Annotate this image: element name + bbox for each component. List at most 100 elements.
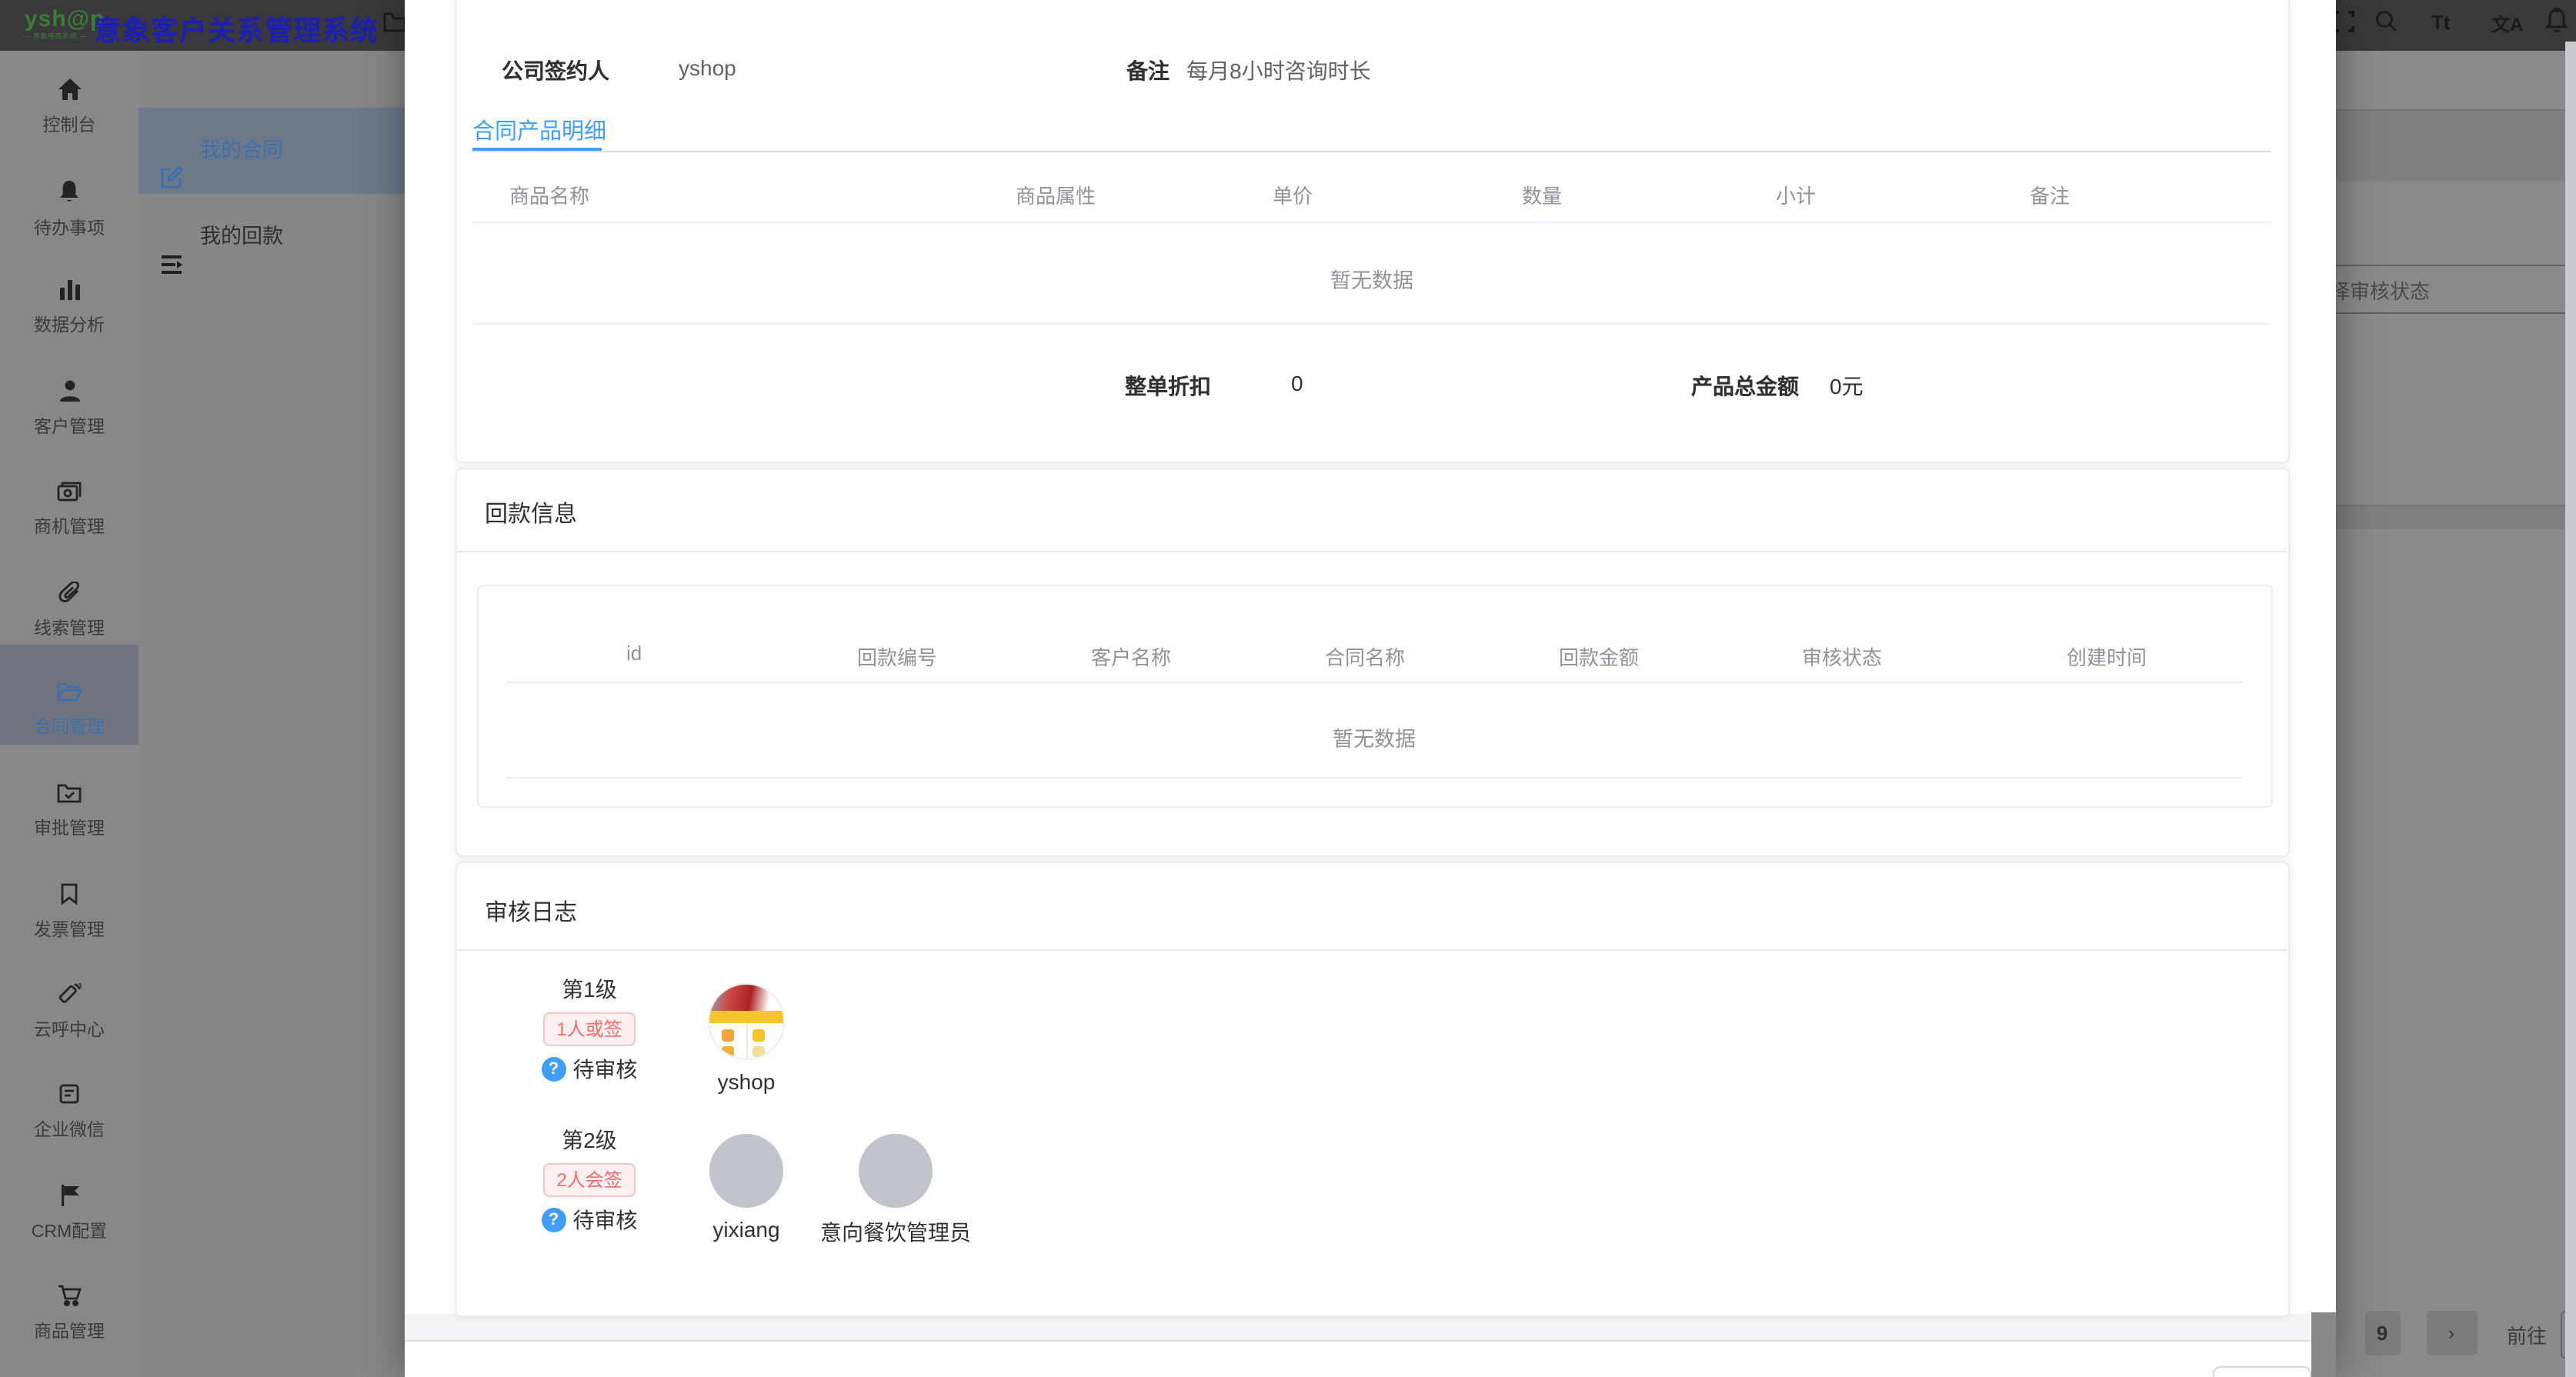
product-col-price: 单价 — [1273, 180, 1313, 209]
sidebar-item-crm-config[interactable]: CRM配置 — [0, 1185, 138, 1283]
audit-level-2-info: 第2级 2人会签 ? 待审核 — [512, 1125, 666, 1235]
submenu-item-my-contracts[interactable]: 我的合同 — [138, 108, 405, 194]
payment-header-border — [506, 682, 2242, 683]
sidebar-item-approvals[interactable]: 审批管理 — [0, 783, 138, 882]
payment-col-status: 审核状态 — [1802, 642, 1882, 671]
remark-label: 备注 — [1126, 55, 1170, 86]
product-empty-text: 暂无数据 — [457, 263, 2287, 294]
signer-label: 公司签约人 — [502, 55, 609, 86]
footer-input[interactable] — [2213, 1365, 2311, 1377]
fullscreen-icon[interactable] — [2333, 11, 2354, 40]
app-logo-subtext: — 意象电商系统 — — [23, 32, 87, 42]
payment-col-contract: 合同名称 — [1325, 642, 1405, 671]
pagination-next-icon[interactable]: › — [2426, 1310, 2477, 1355]
avatar[interactable] — [708, 983, 785, 1060]
font-size-icon[interactable]: Tt — [2431, 11, 2451, 34]
level-2-user-1-name: yixiang — [700, 1217, 792, 1242]
payment-col-amount: 回款金额 — [1559, 642, 1639, 671]
notification-bell-icon[interactable] — [2545, 8, 2568, 42]
submenu-panel: 我的合同 我的回款 — [138, 51, 405, 1377]
paperclip-icon — [58, 583, 81, 609]
search-icon[interactable] — [2374, 9, 2397, 40]
modal-footer — [405, 1341, 2311, 1377]
level-1-name: 第1级 — [512, 974, 666, 1005]
product-col-qty: 数量 — [1522, 180, 1562, 209]
language-icon[interactable]: 文A — [2491, 11, 2523, 37]
payment-col-created: 创建时间 — [2067, 642, 2147, 671]
document-icon — [58, 1085, 80, 1111]
tab-divider — [472, 150, 2271, 152]
payment-table-box: id 回款编号 客户名称 合同名称 回款金额 审核状态 创建时间 暂无数据 — [477, 585, 2272, 808]
discount-label: 整单折扣 — [1125, 371, 1211, 402]
bell-icon — [58, 183, 80, 209]
question-icon[interactable]: ? — [542, 1208, 566, 1232]
payment-col-number: 回款编号 — [857, 642, 937, 671]
screen: ysh@p — 意象电商系统 — 意象客户关系管理系统 Tt 文A 控制台 待办… — [0, 0, 2576, 1377]
level-1-status: 待审核 — [572, 1057, 637, 1082]
audit-status-placeholder: 择审核状态 — [2330, 275, 2430, 305]
product-col-remark: 备注 — [2030, 180, 2070, 209]
audit-level-2-user-1: yixiang — [700, 1134, 792, 1242]
sidebar-item-customers[interactable]: 客户管理 — [0, 380, 138, 478]
payment-bottom-border — [506, 777, 2242, 779]
person-icon — [58, 382, 81, 408]
sidebar-item-opportunities[interactable]: 商机管理 — [0, 482, 138, 580]
phone-icon — [58, 985, 81, 1011]
payment-info-card: 回款信息 id 回款编号 客户名称 合同名称 回款金额 审核状态 创建时间 暂无… — [455, 467, 2289, 857]
modal-scrollbar-end — [2311, 1312, 2335, 1377]
sidebar-item-wechat[interactable]: 企业微信 — [0, 1083, 138, 1182]
sidebar-nav: 控制台 待办事项 数据分析 客户管理 商机管理 线索管理 合同管理 审批管理 — [0, 51, 140, 1377]
product-header-border — [472, 222, 2271, 223]
pagination-goto-label: 前往 — [2507, 1320, 2547, 1349]
level-2-user-2-name: 意向餐饮管理员 — [811, 1217, 980, 1248]
sidebar-item-analytics[interactable]: 数据分析 — [0, 280, 138, 378]
audit-level-1-info: 第1级 1人或签 ? 待审核 — [512, 974, 666, 1085]
bookmark-icon — [60, 885, 78, 911]
amount-value: 0元 — [1830, 371, 1864, 402]
amount-label: 产品总金额 — [1691, 371, 1799, 402]
submenu-item-my-payments[interactable]: 我的回款 — [138, 194, 405, 280]
question-icon[interactable]: ? — [542, 1057, 566, 1082]
pagination-page-9[interactable]: 9 — [2364, 1310, 2400, 1355]
avatar[interactable] — [709, 1134, 783, 1208]
bar-chart-icon — [58, 280, 81, 306]
flag-icon — [59, 1186, 79, 1212]
tab-product-detail[interactable]: 合同产品明细 — [472, 114, 606, 146]
folder-open-icon — [57, 682, 82, 708]
audit-card-divider — [457, 949, 2287, 951]
list-icon — [160, 226, 183, 312]
app-title: 意象客户关系管理系统 — [94, 9, 379, 49]
remark-value: 每月8小时咨询时长 — [1186, 55, 1371, 86]
product-col-subtotal: 小计 — [1776, 180, 1816, 209]
audit-level-2-user-2: 意向餐饮管理员 — [811, 1134, 980, 1248]
level-2-status: 待审核 — [572, 1208, 637, 1232]
discount-value: 0 — [1291, 371, 1303, 395]
signer-value: yshop — [679, 55, 736, 80]
contract-info-card: 公司签约人 yshop 备注 每月8小时咨询时长 合同产品明细 商品名称 商品属… — [455, 0, 2289, 463]
sidebar-item-products[interactable]: 商品管理 — [0, 1285, 138, 1377]
audit-log-card: 审核日志 第1级 1人或签 ? 待审核 — [455, 862, 2289, 1316]
app-logo: ysh@p — [25, 6, 105, 32]
sidebar-item-dashboard[interactable]: 控制台 — [0, 78, 138, 177]
payment-col-customer: 客户名称 — [1091, 642, 1171, 671]
audit-level-1-user: yshop — [700, 983, 792, 1094]
sidebar-item-todo[interactable]: 待办事项 — [0, 180, 138, 278]
product-col-name: 商品名称 — [509, 180, 589, 209]
avatar[interactable] — [859, 1134, 933, 1208]
cart-icon — [57, 1286, 82, 1312]
payment-empty-text: 暂无数据 — [479, 722, 2270, 752]
cash-icon — [57, 482, 82, 508]
payment-col-id: id — [626, 642, 642, 665]
sidebar-item-callcenter[interactable]: 云呼中心 — [0, 983, 138, 1082]
sidebar-item-leads[interactable]: 线索管理 — [0, 582, 138, 680]
sidebar-item-invoices[interactable]: 发票管理 — [0, 883, 138, 982]
folder-toggle-icon[interactable] — [383, 12, 406, 40]
page-scrollbar[interactable] — [2565, 42, 2576, 1377]
level-2-badge: 2人会签 — [542, 1163, 636, 1197]
home-icon — [58, 80, 81, 106]
level-1-user-name: yshop — [700, 1069, 792, 1094]
audit-section-title: 审核日志 — [485, 895, 577, 928]
product-col-attr: 商品属性 — [1016, 180, 1096, 209]
modal-footer-gap — [405, 1313, 2311, 1339]
sidebar-item-contracts[interactable]: 合同管理 — [0, 682, 138, 780]
